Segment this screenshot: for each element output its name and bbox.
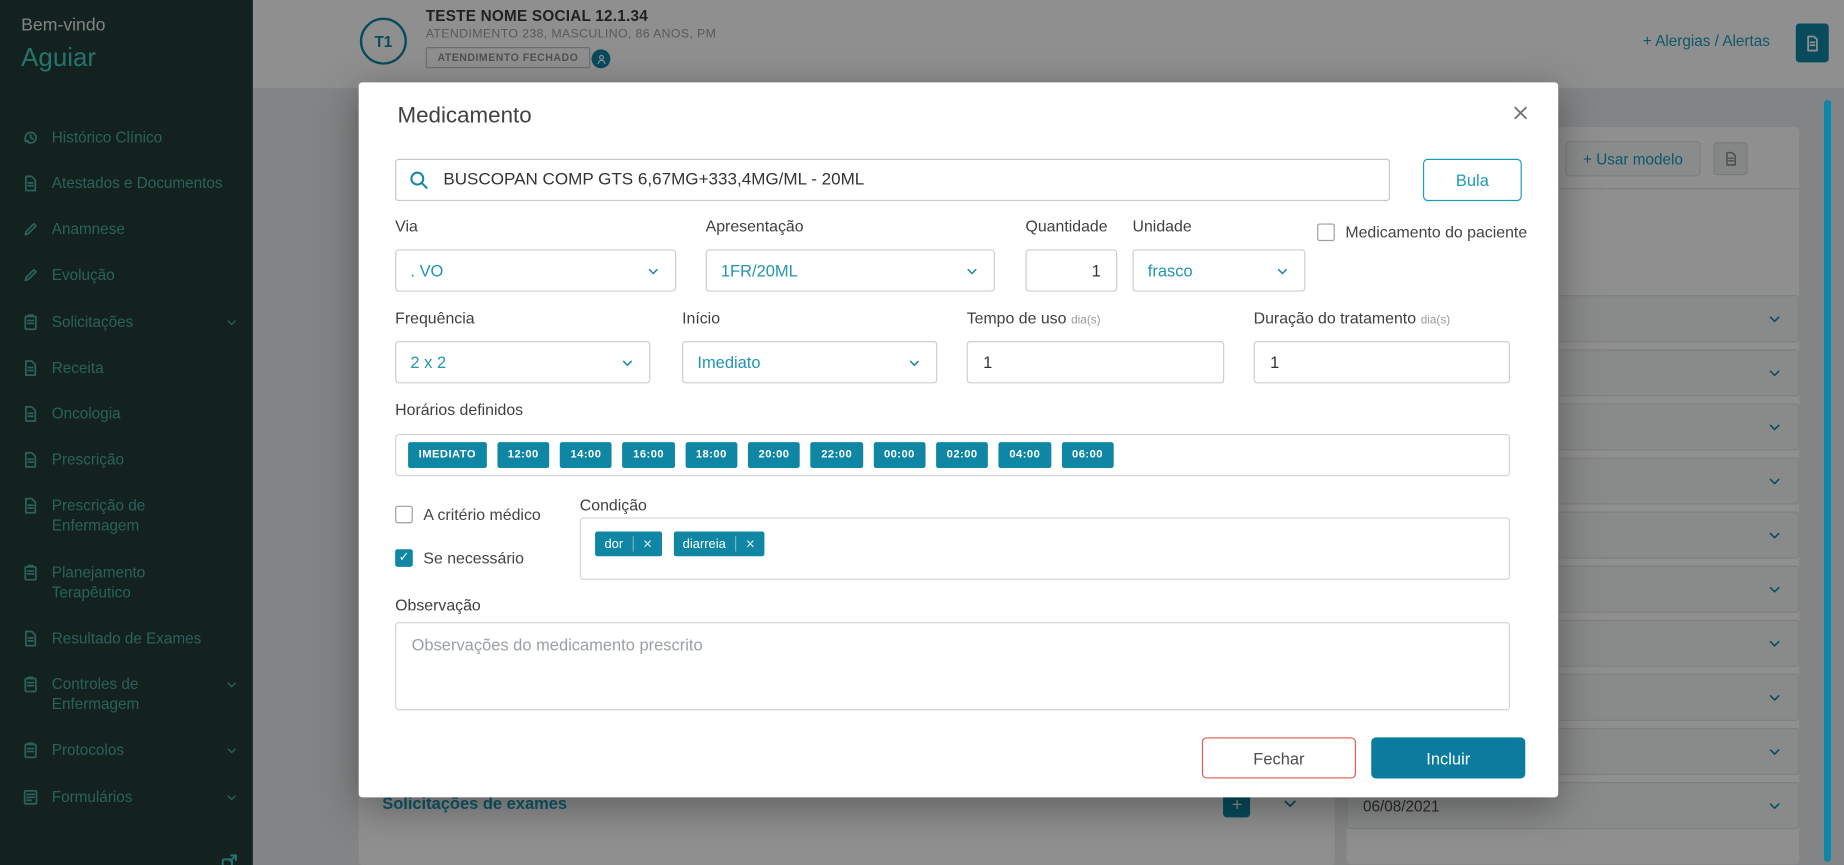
apresentacao-value: 1FR/20ML	[720, 261, 798, 280]
via-value: . VO	[410, 261, 444, 280]
time-chip[interactable]: 04:00	[998, 442, 1051, 468]
checkbox-label: Se necessário	[423, 549, 524, 567]
unidade-field: Unidade frasco	[1132, 217, 1306, 292]
modal-title: Medicamento	[397, 103, 532, 129]
unit-suffix: dia(s)	[1420, 313, 1451, 327]
unidade-label: Unidade	[1132, 217, 1192, 236]
observation-textarea[interactable]	[395, 622, 1511, 711]
time-chip[interactable]: IMEDIATO	[408, 442, 487, 468]
quantidade-input[interactable]	[1025, 249, 1118, 292]
time-chip[interactable]: 06:00	[1061, 442, 1114, 468]
chevron-down-icon	[964, 263, 979, 278]
checkbox[interactable]	[395, 549, 413, 567]
incluir-button[interactable]: Incluir	[1371, 737, 1526, 779]
unidade-select[interactable]: frasco	[1132, 249, 1306, 292]
checkbox[interactable]	[395, 505, 413, 524]
unit-suffix: dia(s)	[1071, 313, 1101, 327]
inicio-select[interactable]: Imediato	[682, 341, 938, 384]
apresentacao-select[interactable]: 1FR/20ML	[705, 249, 995, 292]
tempo-de-uso-input[interactable]	[966, 341, 1225, 384]
chevron-down-icon	[620, 355, 635, 370]
medication-search-input[interactable]	[395, 158, 1391, 202]
via-label: Via	[395, 217, 418, 236]
condition-tag-label: diarreia	[682, 536, 726, 551]
patient-medication-checkbox[interactable]: Medicamento do paciente	[1317, 223, 1528, 242]
quantidade-field: Quantidade	[1025, 217, 1118, 292]
screen: Bem-vindo Aguiar Histórico Clínico Atesta…	[0, 0, 1844, 865]
inicio-field: Início Imediato	[682, 309, 938, 384]
duracao-tratamento-label: Duração do tratamento dia(s)	[1253, 309, 1451, 327]
time-chip[interactable]: 22:00	[810, 442, 863, 468]
condicao-label: Condição	[579, 496, 647, 514]
search-icon	[408, 169, 429, 190]
time-chip[interactable]: 12:00	[497, 442, 550, 468]
chevron-down-icon	[1275, 263, 1290, 278]
apresentacao-label: Apresentação	[705, 217, 804, 236]
checkbox-label: A critério médico	[423, 505, 541, 524]
tempo-de-uso-field: Tempo de uso dia(s)	[966, 309, 1225, 384]
medication-modal: Medicamento Bula Via . VO Apresentação 1…	[358, 82, 1559, 798]
checkbox[interactable]	[1317, 223, 1335, 242]
duracao-tratamento-field: Duração do tratamento dia(s)	[1253, 309, 1511, 384]
via-select[interactable]: . VO	[395, 249, 677, 292]
frequencia-value: 2 x 2	[410, 352, 447, 372]
time-chip[interactable]: 00:00	[873, 442, 926, 468]
frequencia-label: Frequência	[395, 309, 475, 327]
remove-tag-icon[interactable]: ×	[735, 536, 755, 552]
criterio-medico-checkbox[interactable]: A critério médico	[395, 505, 541, 524]
inicio-label: Início	[682, 309, 721, 327]
close-icon[interactable]	[1511, 103, 1530, 122]
remove-tag-icon[interactable]: ×	[632, 536, 652, 552]
observacao-label: Observação	[395, 596, 481, 614]
frequencia-field: Frequência 2 x 2	[395, 309, 651, 384]
time-chip[interactable]: 14:00	[559, 442, 612, 468]
condition-tag-label: dor	[604, 536, 624, 551]
time-chip[interactable]: 20:00	[747, 442, 801, 468]
time-chip[interactable]: 16:00	[622, 442, 675, 468]
defined-times-box: IMEDIATO 12:00 14:00 16:00 18:00 20:00 22:00 00…	[395, 433, 1511, 477]
fechar-button[interactable]: Fechar	[1201, 737, 1356, 779]
quantidade-label: Quantidade	[1025, 217, 1108, 236]
apresentacao-field: Apresentação 1FR/20ML	[705, 217, 995, 292]
frequencia-select[interactable]: 2 x 2	[395, 341, 651, 384]
checkbox-label: Medicamento do paciente	[1345, 223, 1528, 242]
chevron-down-icon	[646, 263, 661, 278]
inicio-value: Imediato	[697, 352, 761, 372]
condition-tag: diarreia ×	[673, 531, 765, 557]
vertical-scrollbar[interactable]	[1824, 99, 1832, 863]
tempo-de-uso-label: Tempo de uso dia(s)	[966, 309, 1101, 327]
se-necessario-checkbox[interactable]: Se necessário	[395, 549, 524, 567]
time-chip[interactable]: 02:00	[936, 442, 989, 468]
horarios-label: Horários definidos	[395, 401, 524, 419]
medication-search	[395, 158, 1391, 202]
bula-button[interactable]: Bula	[1422, 158, 1522, 202]
unidade-value: frasco	[1147, 261, 1193, 280]
time-chip[interactable]: 18:00	[685, 442, 738, 468]
chevron-down-icon	[907, 355, 922, 370]
via-field: Via . VO	[395, 217, 677, 292]
duracao-tratamento-input[interactable]	[1253, 341, 1511, 384]
condition-tag: dor ×	[595, 531, 662, 557]
condition-tags-box[interactable]: dor × diarreia ×	[579, 517, 1511, 580]
